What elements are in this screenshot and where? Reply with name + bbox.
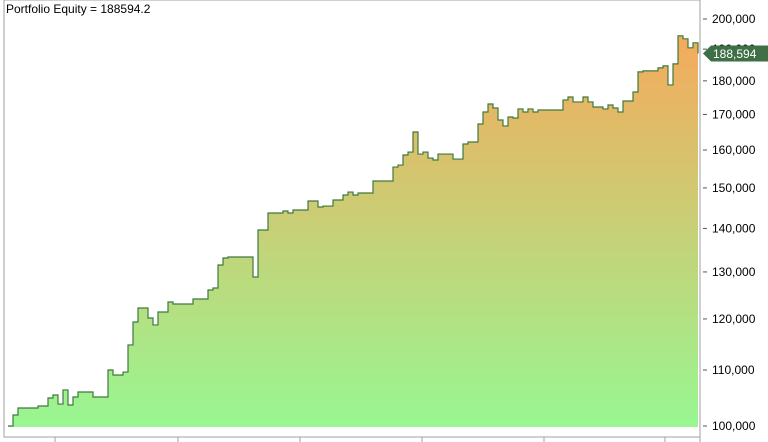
equity-chart: 100,000 110,000 120,000 130,000 140,000 150,0… (3, 0, 768, 442)
y-tick-label: 150,000 (712, 181, 756, 195)
y-tick-label: 110,000 (712, 363, 755, 377)
y-tick-label: 160,000 (712, 143, 756, 157)
y-tick-label: 130,000 (712, 265, 756, 279)
y-tick-label: 200,000 (712, 12, 756, 26)
y-tick-label: 140,000 (712, 221, 756, 235)
y-tick-label: 120,000 (712, 312, 756, 326)
last-value-label: 188,594 (713, 47, 757, 61)
chart-title: Portfolio Equity = 188594.2 (6, 2, 151, 16)
y-tick-label: 170,000 (712, 107, 756, 121)
y-tick-label: 100,000 (712, 419, 756, 433)
y-tick-label: 180,000 (712, 74, 756, 88)
